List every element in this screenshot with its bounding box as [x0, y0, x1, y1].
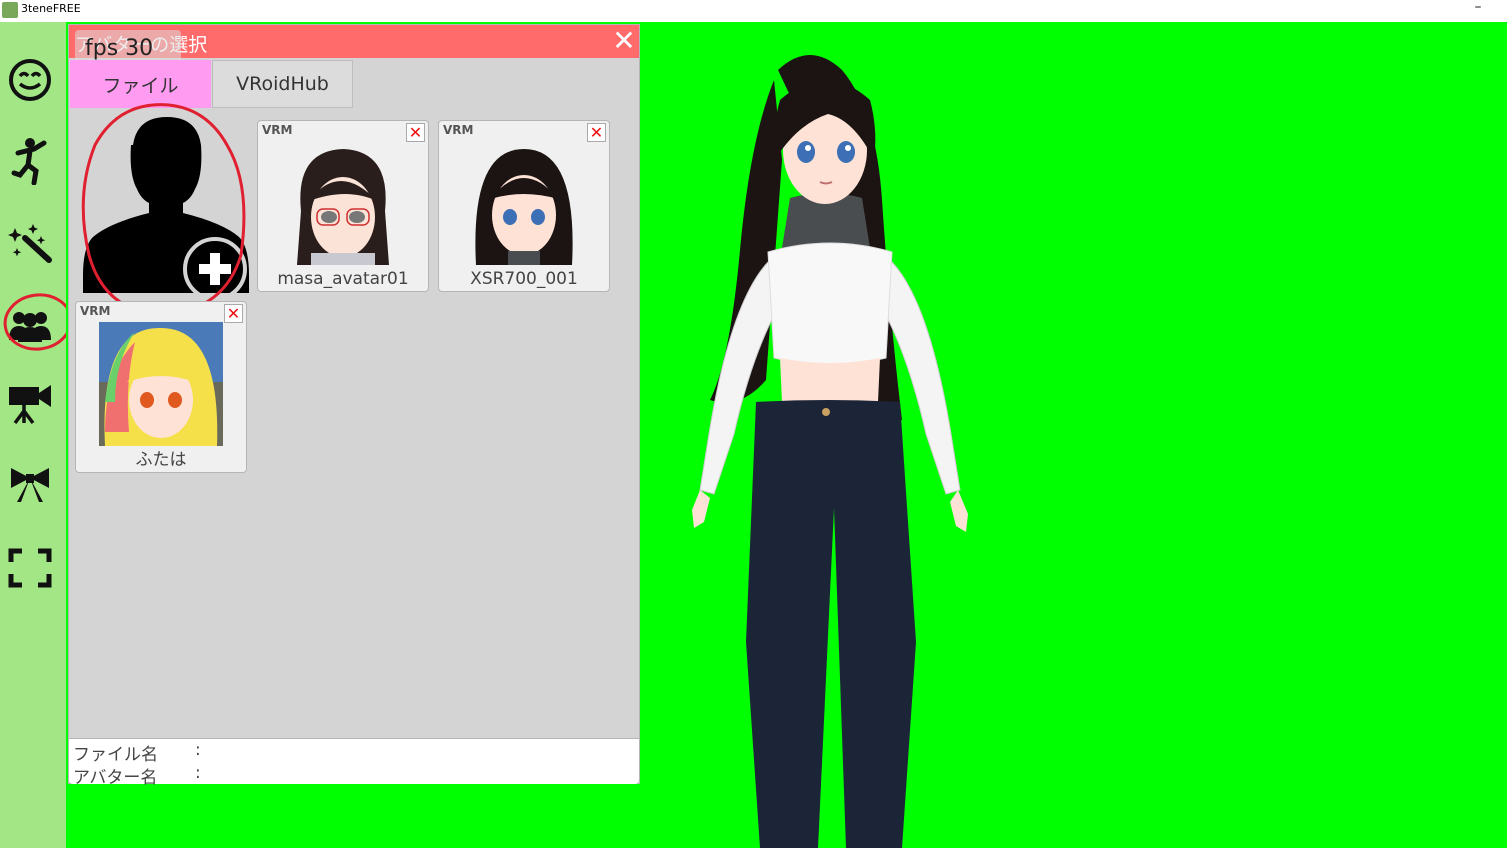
file-name-label: ファイル名 — [73, 745, 158, 765]
avatar-name: ふたは — [135, 450, 187, 470]
avatar-card[interactable]: VRM ✕ masa_avatar01 — [257, 120, 429, 292]
sidebar-item-effects[interactable] — [4, 217, 56, 269]
minimize-button[interactable]: – — [1466, 0, 1490, 20]
avatar-thumbnail — [462, 141, 586, 265]
vrm-badge: VRM — [80, 304, 111, 318]
avatar-select-panel: アバターの選択 ✕ fps 30 ファイル VRoidHub VRM ✕ — [68, 24, 640, 788]
avatar-name: XSR700_001 — [470, 269, 578, 289]
vrm-badge: VRM — [443, 123, 474, 137]
face-icon — [9, 59, 51, 101]
vrm-badge: VRM — [262, 123, 293, 137]
avatar-thumbnail — [281, 141, 405, 265]
avatar-thumbnail — [99, 322, 223, 446]
sidebar-item-fullscreen[interactable] — [4, 542, 56, 594]
avatar-name-colon: : — [195, 763, 201, 783]
delete-avatar-button[interactable]: ✕ — [587, 123, 606, 142]
sidebar-item-motion[interactable] — [4, 135, 56, 187]
window-title: 3teneFREE — [21, 2, 81, 15]
annotation-circle-add — [81, 103, 246, 317]
delete-avatar-button[interactable]: ✕ — [406, 123, 425, 142]
sidebar-item-accessory[interactable] — [4, 459, 56, 511]
close-button[interactable]: ✕ — [609, 27, 639, 57]
sidebar-item-camera[interactable] — [4, 378, 56, 430]
avatar-name-label: アバター名 — [73, 768, 158, 788]
sidebar-item-face[interactable] — [4, 54, 56, 106]
avatar-card[interactable]: VRM ✕ ふたは — [75, 301, 247, 473]
avatar-info-box: ファイル名 : アバター名 : — [69, 738, 639, 788]
camera-icon — [9, 385, 51, 425]
window-titlebar: 3teneFREE – — [0, 0, 1507, 22]
motion-icon — [11, 138, 47, 185]
app-icon — [2, 2, 18, 18]
delete-avatar-button[interactable]: ✕ — [224, 304, 243, 323]
file-name-colon: : — [195, 740, 201, 760]
accessory-icon — [11, 468, 49, 502]
sidebar — [0, 22, 66, 848]
avatar-card[interactable]: VRM ✕ XSR700_001 — [438, 120, 610, 292]
effects-icon — [8, 224, 52, 263]
avatar-model — [692, 55, 968, 848]
fullscreen-icon — [8, 548, 52, 588]
avatar-name: masa_avatar01 — [277, 269, 409, 289]
